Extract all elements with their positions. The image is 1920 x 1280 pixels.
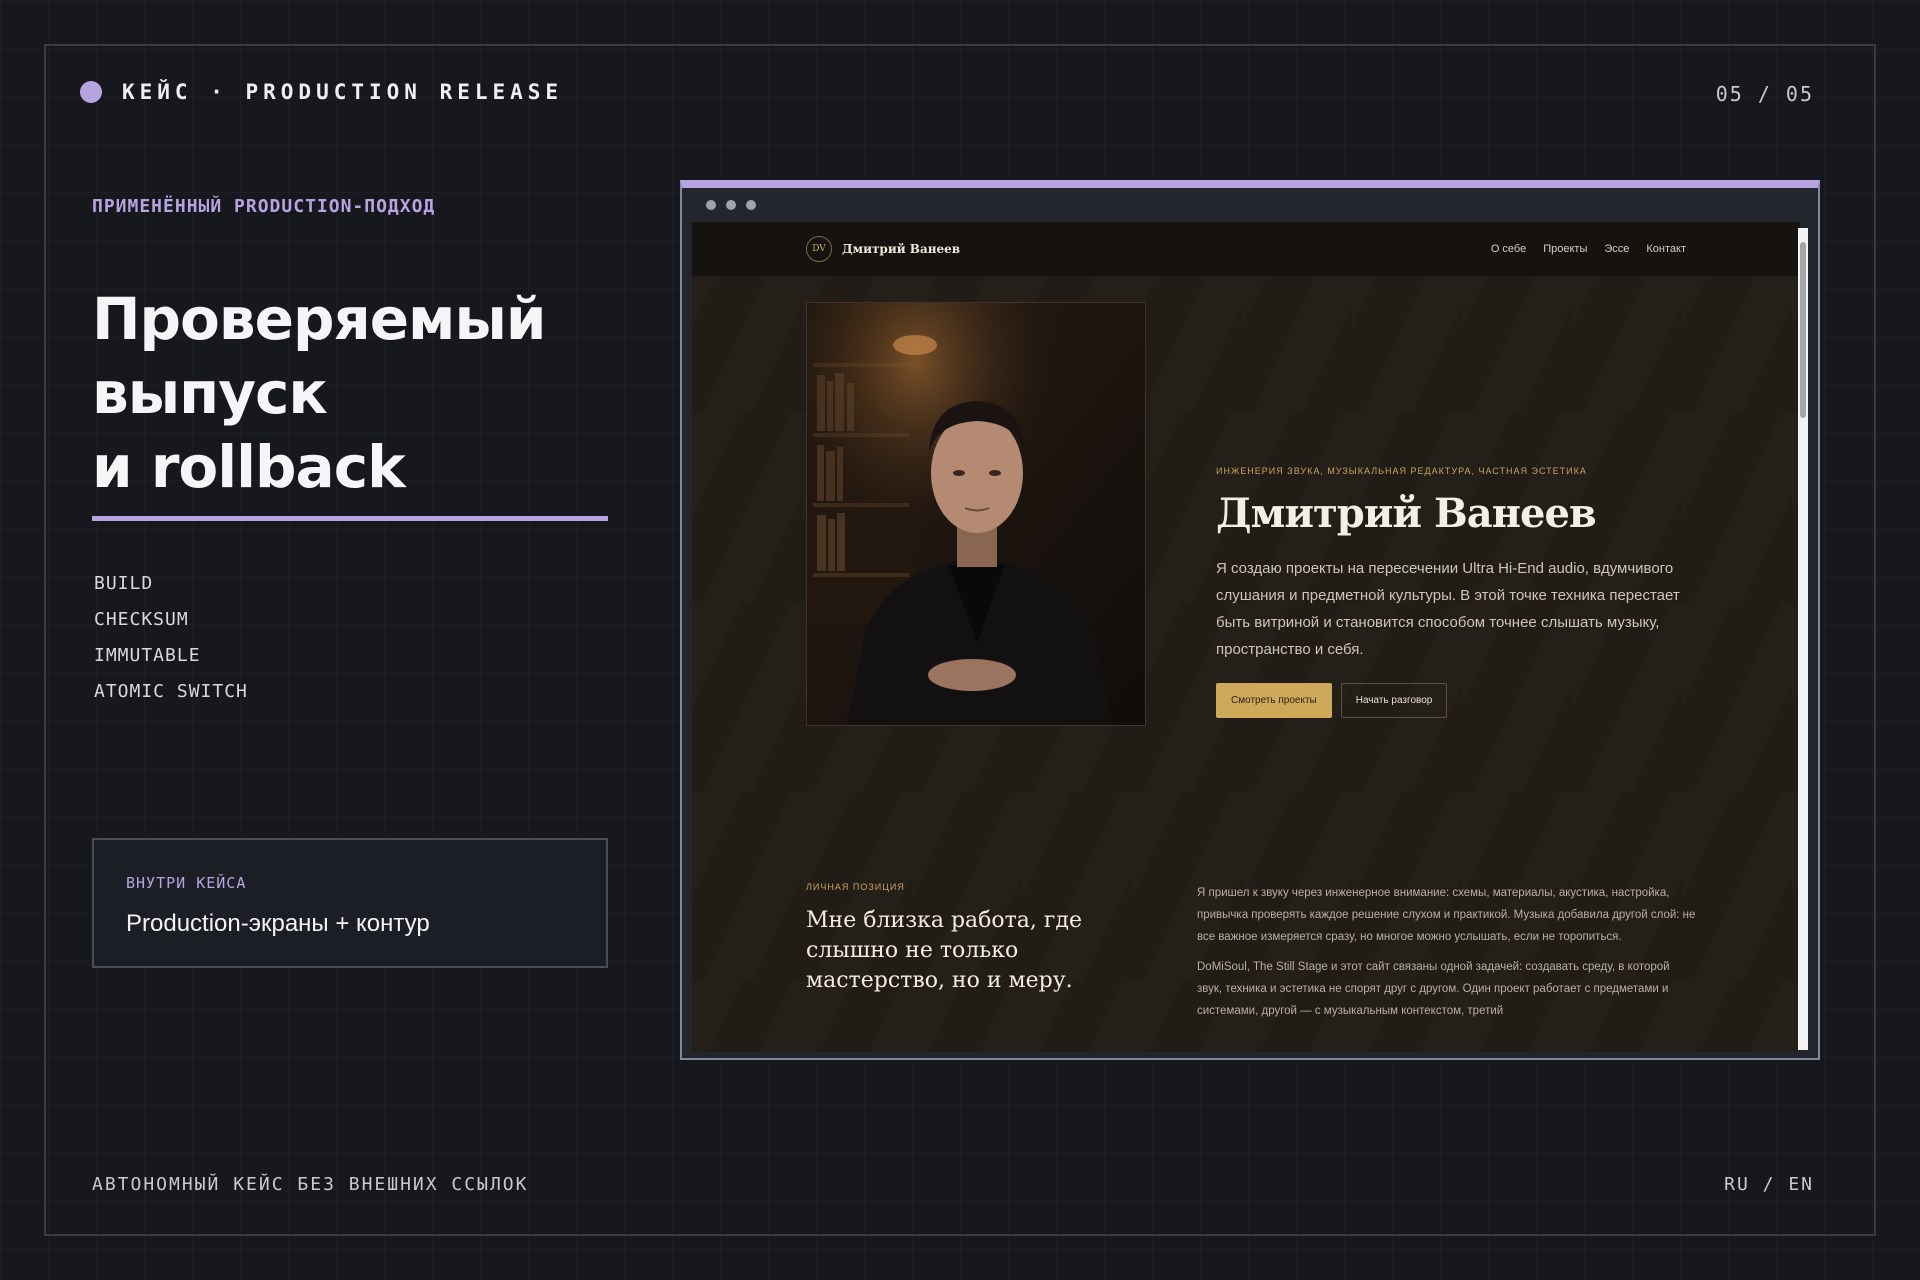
window-dot-icon	[746, 200, 756, 210]
portrait-illustration	[807, 303, 1145, 725]
hero-text: Я создаю проекты на пересечении Ultra Hi…	[1216, 560, 1680, 658]
story-paragraph: DoMiSoul, The Still Stage и этот сайт св…	[1197, 961, 1670, 1017]
position-quote: Мне близка работа, где слышно не только …	[806, 908, 1082, 993]
browser-window: DV Дмитрий Ванеев О себе Проекты Эссе Ко…	[680, 180, 1820, 1060]
section-eyebrow: ПРИМЕНЁННЫЙ PRODUCTION-ПОДХОД	[92, 196, 436, 217]
hero-section: ИНЖЕНЕРИЯ ЗВУКА, МУЗЫКАЛЬНАЯ РЕДАКТУРА, …	[1216, 466, 1686, 718]
inside-case-label: ВНУТРИ КЕЙСА	[126, 874, 247, 892]
personal-position: ЛИЧНАЯ ПОЗИЦИЯ Мне близка работа, где сл…	[806, 882, 1106, 996]
footer-note: АВТОНОМНЫЙ КЕЙС БЕЗ ВНЕШНИХ ССЫЛОК	[92, 1174, 529, 1195]
tag-list: BUILD CHECKSUM IMMUTABLE ATOMIC SWITCH	[94, 566, 248, 710]
brand-name: Дмитрий Ванеев	[842, 242, 961, 256]
tag-item: BUILD	[94, 573, 154, 594]
case-title: КЕЙС · PRODUCTION RELEASE	[122, 80, 564, 104]
story-paragraph: Я пришел к звуку через инженерное вниман…	[1197, 887, 1696, 943]
nav-links: О себе Проекты Эссе Контакт	[1474, 243, 1686, 255]
case-header: КЕЙС · PRODUCTION RELEASE	[80, 80, 563, 104]
language-switch[interactable]: RU / EN	[1724, 1174, 1814, 1195]
nav-link-projects[interactable]: Проекты	[1543, 243, 1587, 255]
browser-chrome	[682, 188, 1818, 222]
site-nav: DV Дмитрий Ванеев О себе Проекты Эссе Ко…	[692, 222, 1800, 276]
hero-actions: Смотреть проекты Начать разговор	[1216, 683, 1686, 718]
window-dot-icon	[726, 200, 736, 210]
headline: Проверяемый выпуск и rollback	[92, 282, 652, 504]
scroll-thumb[interactable]	[1800, 242, 1806, 418]
headline-line-2: выпуск	[92, 359, 328, 427]
inside-case-text: Production-экраны + контур	[126, 910, 430, 937]
accent-dot-icon	[80, 81, 102, 103]
start-conversation-button[interactable]: Начать разговор	[1340, 683, 1448, 718]
story-text: Я пришел к звуку через инженерное вниман…	[1197, 882, 1697, 1022]
accent-rule	[92, 516, 608, 521]
inside-case-card: ВНУТРИ КЕЙСА Production-экраны + контур	[92, 838, 608, 968]
brand-monogram-icon: DV	[806, 236, 832, 262]
nav-link-about[interactable]: О себе	[1491, 243, 1526, 255]
headline-line-1: Проверяемый	[92, 285, 547, 353]
site-viewport: DV Дмитрий Ванеев О себе Проекты Эссе Ко…	[692, 222, 1800, 1052]
nav-link-contact[interactable]: Контакт	[1646, 243, 1686, 255]
hero-eyebrow: ИНЖЕНЕРИЯ ЗВУКА, МУЗЫКАЛЬНАЯ РЕДАКТУРА, …	[1216, 466, 1587, 476]
position-label: ЛИЧНАЯ ПОЗИЦИЯ	[806, 882, 905, 892]
tag-item: CHECKSUM	[94, 609, 189, 630]
tag-item: ATOMIC SWITCH	[94, 681, 248, 702]
view-projects-button[interactable]: Смотреть проекты	[1216, 683, 1332, 718]
nav-link-essays[interactable]: Эссе	[1604, 243, 1629, 255]
hero-name: Дмитрий Ванеев	[1216, 490, 1597, 537]
viewport-scrollbar[interactable]	[1798, 228, 1808, 1050]
page-counter: 05 / 05	[1715, 82, 1814, 106]
window-dot-icon	[706, 200, 716, 210]
tag-item: IMMUTABLE	[94, 645, 201, 666]
headline-line-3: и rollback	[92, 433, 406, 501]
portrait-photo	[806, 302, 1146, 726]
site-brand[interactable]: DV Дмитрий Ванеев	[806, 236, 960, 262]
